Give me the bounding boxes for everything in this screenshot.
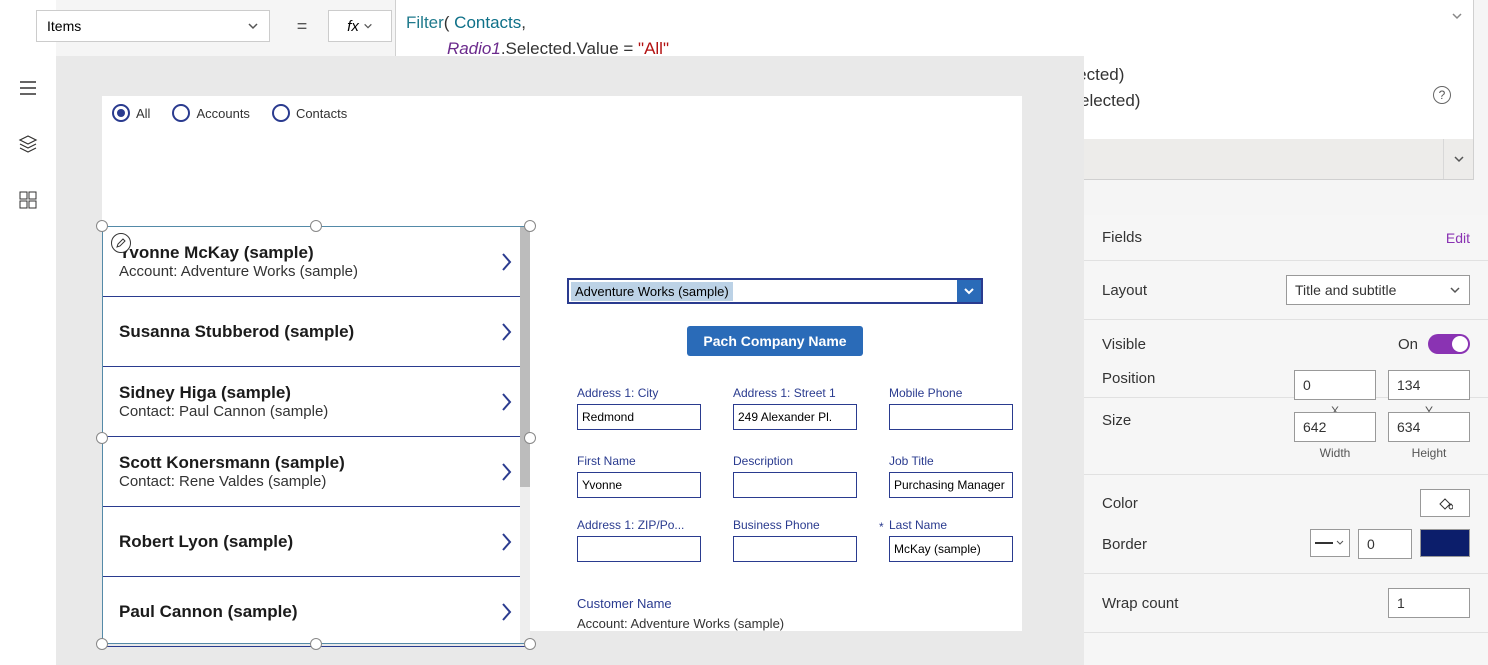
prop-visible-position: Visible On Position 0X 134Y (1084, 320, 1488, 398)
selection-handle[interactable] (524, 432, 536, 444)
radio-contacts[interactable]: Contacts (272, 104, 347, 122)
prop-border: Border 0 (1084, 523, 1488, 574)
street-input[interactable]: 249 Alexander Pl. (733, 404, 857, 430)
selection-handle[interactable] (310, 220, 322, 232)
chevron-down-icon (247, 20, 259, 32)
formula-expand-button[interactable] (1443, 139, 1473, 179)
gallery-row[interactable]: Robert Lyon (sample) (103, 507, 529, 577)
customer-name-label: Customer Name (577, 596, 672, 611)
zip-input[interactable] (577, 536, 701, 562)
border-color-swatch[interactable] (1420, 529, 1470, 557)
equals-label: = (286, 10, 318, 42)
chevron-down-icon[interactable] (957, 280, 981, 302)
color-swatch[interactable] (1420, 489, 1470, 517)
chevron-right-icon[interactable] (499, 601, 513, 623)
pos-x-input[interactable]: 0 (1294, 370, 1376, 400)
field-first: First NameYvonne (577, 454, 711, 498)
chevron-down-icon (1449, 284, 1461, 296)
edit-pencil-icon[interactable] (111, 233, 131, 253)
gallery-row[interactable]: Scott Konersmann (sample)Contact: Rene V… (103, 437, 529, 507)
fx-button[interactable]: fx (328, 10, 392, 42)
selection-handle[interactable] (96, 220, 108, 232)
fx-label: fx (347, 18, 359, 35)
required-asterisk: * (879, 520, 884, 534)
gallery-row[interactable]: Yvonne McKay (sample)Account: Adventure … (103, 227, 529, 297)
field-job: Job TitlePurchasing Manager (889, 454, 1023, 498)
chevron-right-icon[interactable] (499, 531, 513, 553)
selection-handle[interactable] (524, 220, 536, 232)
app-screen: All Accounts Contacts Yvonne McKay (samp… (102, 96, 1022, 631)
prop-wrap: Wrap count 1 (1084, 574, 1488, 633)
combobox-company[interactable]: Adventure Works (sample) (567, 278, 983, 304)
job-title-input[interactable]: Purchasing Manager (889, 472, 1013, 498)
canvas: All Accounts Contacts Yvonne McKay (samp… (56, 56, 1084, 665)
gallery-row[interactable]: Susanna Stubberod (sample) (103, 297, 529, 367)
first-name-input[interactable]: Yvonne (577, 472, 701, 498)
field-desc: Description (733, 454, 867, 498)
chevron-right-icon[interactable] (499, 251, 513, 273)
field-zip: Address 1: ZIP/Po... (577, 518, 711, 562)
chevron-down-icon (1453, 153, 1465, 165)
visible-toggle[interactable] (1428, 334, 1470, 354)
radio-group: All Accounts Contacts (112, 104, 347, 122)
chevron-right-icon[interactable] (499, 321, 513, 343)
field-street: Address 1: Street 1249 Alexander Pl. (733, 386, 867, 430)
chevron-right-icon[interactable] (499, 391, 513, 413)
properties-panel: Fields Edit Layout Title and subtitle Vi… (1084, 215, 1488, 665)
selection-handle[interactable] (524, 638, 536, 650)
radio-accounts[interactable]: Accounts (172, 104, 249, 122)
hamburger-icon[interactable] (18, 78, 38, 98)
field-mobile: Mobile Phone (889, 386, 1023, 430)
paint-bucket-icon (1437, 495, 1453, 511)
chevron-right-icon[interactable] (499, 461, 513, 483)
radio-all[interactable]: All (112, 104, 150, 122)
help-icon[interactable]: ? (1433, 86, 1451, 104)
mobile-input[interactable] (889, 404, 1013, 430)
selection-handle[interactable] (96, 432, 108, 444)
edit-fields-link[interactable]: Edit (1446, 230, 1470, 246)
border-style-select[interactable] (1310, 529, 1350, 557)
prop-layout: Layout Title and subtitle (1084, 261, 1488, 320)
layout-select[interactable]: Title and subtitle (1286, 275, 1470, 305)
field-bphone: Business Phone (733, 518, 867, 562)
field-last: *Last NameMcKay (sample) (889, 518, 1023, 562)
description-input[interactable] (733, 472, 857, 498)
gallery-row[interactable]: Paul Cannon (sample) (103, 577, 529, 647)
prop-color: Color (1084, 475, 1488, 523)
grid-icon[interactable] (18, 190, 38, 210)
wrap-count-input[interactable]: 1 (1388, 588, 1470, 618)
prop-fields: Fields Edit (1084, 215, 1488, 261)
business-phone-input[interactable] (733, 536, 857, 562)
selection-handle[interactable] (310, 638, 322, 650)
left-icon-rail (0, 0, 56, 665)
customer-name-value: Account: Adventure Works (sample) (577, 616, 784, 631)
size-w-input[interactable]: 642 (1294, 412, 1376, 442)
field-city: Address 1: CityRedmond (577, 386, 711, 430)
size-h-input[interactable]: 634 (1388, 412, 1470, 442)
property-selector[interactable]: Items (36, 10, 270, 42)
selection-handle[interactable] (96, 638, 108, 650)
pos-y-input[interactable]: 134 (1388, 370, 1470, 400)
chevron-down-icon[interactable] (1451, 10, 1463, 22)
border-width-input[interactable]: 0 (1358, 529, 1412, 559)
gallery[interactable]: Yvonne McKay (sample)Account: Adventure … (102, 226, 530, 644)
patch-company-button[interactable]: Pach Company Name (687, 326, 863, 356)
chevron-down-icon (1335, 538, 1345, 548)
last-name-input[interactable]: McKay (sample) (889, 536, 1013, 562)
chevron-down-icon (363, 21, 373, 31)
layers-icon[interactable] (18, 134, 38, 154)
gallery-row[interactable]: Sidney Higa (sample)Contact: Paul Cannon… (103, 367, 529, 437)
city-input[interactable]: Redmond (577, 404, 701, 430)
property-selector-value: Items (47, 18, 81, 34)
